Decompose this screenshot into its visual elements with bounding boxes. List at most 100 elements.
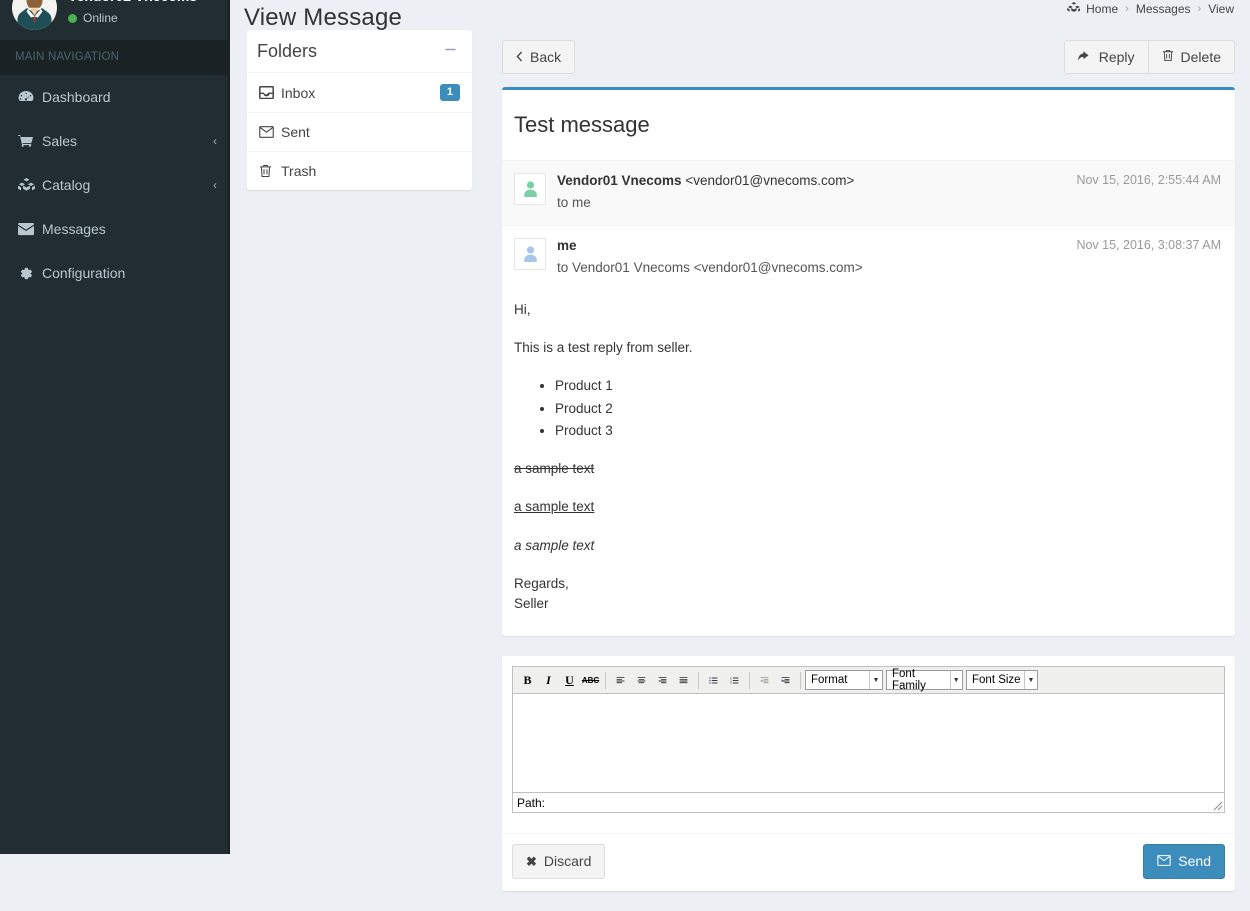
discard-button-label: Discard [543, 853, 592, 870]
trash-icon [259, 164, 281, 178]
folder-item-sent[interactable]: Sent [247, 113, 472, 151]
folder-item-inbox[interactable]: Inbox 1 [247, 73, 472, 112]
reply-button[interactable]: Reply [1063, 40, 1149, 75]
chevron-down-icon: ▼ [949, 671, 962, 690]
editor-resize-handle[interactable] [1209, 797, 1223, 811]
folder-item-trash[interactable]: Trash [247, 152, 472, 190]
message-actions: Reply Delete [1063, 40, 1235, 75]
message-from-name: Vendor01 Vnecoms [557, 173, 682, 189]
page-title: View Message [244, 4, 403, 32]
message-product-list: Product 1 Product 2 Product 3 [514, 376, 1223, 441]
message-signoff-line: Regards, [514, 575, 569, 591]
sidebar-item-label: Sales [42, 133, 78, 149]
italic-icon[interactable]: I [538, 670, 559, 690]
folder-item-label: Sent [281, 124, 310, 140]
message-signoff: Regards, Seller [514, 574, 1223, 615]
user-status: Online [68, 11, 197, 25]
message-greeting: Hi, [514, 301, 531, 317]
message-date: Nov 15, 2016, 2:55:44 AM [1076, 173, 1221, 188]
breadcrumb-home[interactable]: Home [1067, 2, 1118, 16]
breadcrumb-separator: › [1197, 3, 1202, 15]
toolbar-divider [800, 671, 801, 689]
strikethrough-icon[interactable]: ABC [580, 670, 601, 690]
nav-section-header: MAIN NAVIGATION [0, 40, 228, 75]
message-strikethrough-text: a sample text [514, 461, 595, 477]
chevron-left-icon: ‹ [213, 178, 217, 192]
home-icon [1067, 2, 1081, 16]
message-italic-text: a sample text [514, 537, 595, 553]
delete-button[interactable]: Delete [1147, 40, 1235, 75]
inbox-icon [259, 86, 281, 99]
sidebar-item-label: Configuration [42, 265, 126, 281]
list-item: Inbox 1 [247, 73, 472, 113]
message-box: Test message Vendor01 Vnecoms <vendor01@… [502, 87, 1235, 637]
send-button[interactable]: Send [1143, 844, 1225, 879]
folders-title: Folders [257, 41, 318, 61]
folders-column: Folders Inbox 1 Sent Trash [247, 30, 487, 911]
envelope-o-icon [259, 126, 281, 138]
back-button-label: Back [530, 49, 562, 65]
back-button[interactable]: Back [502, 40, 576, 75]
editor-content-area[interactable] [513, 694, 1224, 793]
folders-list: Inbox 1 Sent Trash [247, 72, 472, 190]
align-center-icon[interactable] [631, 670, 652, 690]
inbox-unread-badge: 1 [439, 84, 460, 101]
message-entry-header: me to Vendor01 Vnecoms <vendor01@vnecoms… [502, 225, 1235, 290]
content-body: Folders Inbox 1 Sent Trash Back Reply De… [232, 30, 1250, 911]
svg-text:3: 3 [730, 681, 732, 685]
user-info: Vendor02 Vnecoms Online [68, 0, 197, 25]
align-right-icon[interactable] [652, 670, 673, 690]
bullet-list-icon[interactable] [703, 670, 724, 690]
breadcrumb-item-messages[interactable]: Messages [1136, 2, 1191, 16]
numbered-list-icon[interactable]: 123 [724, 670, 745, 690]
font-size-select[interactable]: Font Size ▼ [966, 670, 1038, 691]
message-entry-header: Vendor01 Vnecoms <vendor01@vnecoms.com> … [502, 160, 1235, 225]
toolbar-divider [698, 671, 699, 689]
sidebar-item-sales[interactable]: Sales ‹ [0, 119, 228, 163]
underline-icon[interactable]: U [559, 670, 580, 690]
main-content: View Message Home › Messages › View Fold… [232, 0, 1250, 891]
sidebar-item-label: Messages [42, 221, 106, 237]
cart-icon [18, 134, 42, 148]
format-select[interactable]: Format ▼ [805, 670, 883, 691]
folders-box: Folders Inbox 1 Sent Trash [247, 30, 472, 190]
cubes-icon [18, 178, 42, 192]
sidebar-item-label: Dashboard [42, 89, 111, 105]
mail-toolbar: Back Reply Delete [502, 40, 1235, 75]
editor-path-label: Path: [517, 795, 546, 810]
envelope-icon [1157, 852, 1171, 870]
discard-button[interactable]: ✖ Discard [512, 844, 606, 879]
bold-icon[interactable]: B [517, 670, 538, 690]
list-item: Product 3 [555, 421, 1223, 441]
message-date: Nov 15, 2016, 3:08:37 AM [1076, 238, 1221, 252]
chevron-left-icon: ‹ [213, 134, 217, 148]
font-size-select-value: Font Size [972, 674, 1021, 687]
sidebar-item-dashboard[interactable]: Dashboard [0, 75, 228, 119]
dashboard-icon [18, 90, 42, 104]
align-left-icon[interactable] [610, 670, 631, 690]
times-icon: ✖ [526, 853, 537, 869]
font-family-select[interactable]: Font Family ▼ [886, 668, 963, 693]
editor-toolbar: B I U ABC 1 2 3 Format ▼ Font Family ▼ F… [513, 667, 1224, 695]
align-justify-icon[interactable] [673, 670, 694, 690]
sidebar-item-messages[interactable]: Messages [0, 207, 228, 251]
sidebar-item-configuration[interactable]: Configuration [0, 251, 228, 295]
folder-item-label: Inbox [281, 84, 316, 101]
font-family-select-value: Font Family [892, 668, 926, 693]
outdent-icon[interactable] [754, 670, 775, 690]
content-header: View Message Home › Messages › View [232, 0, 1250, 32]
sidebar-item-catalog[interactable]: Catalog ‹ [0, 163, 228, 207]
message-column: Back Reply Delete Test message Vendor01 … [487, 30, 1235, 911]
folders-box-header: Folders [247, 30, 472, 72]
message-underline-text: a sample text [514, 499, 595, 515]
minus-icon[interactable] [439, 41, 462, 60]
toolbar-divider [605, 671, 606, 689]
indent-icon[interactable] [775, 670, 796, 690]
trash-icon [1162, 48, 1174, 66]
message-signature-line: Seller [514, 596, 549, 612]
breadcrumb: Home › Messages › View [1067, 2, 1234, 16]
chevron-down-icon: ▼ [869, 671, 882, 690]
list-item: Sent [247, 113, 472, 152]
breadcrumb-home-label: Home [1086, 2, 1119, 16]
message-subject: Test message [514, 112, 650, 138]
